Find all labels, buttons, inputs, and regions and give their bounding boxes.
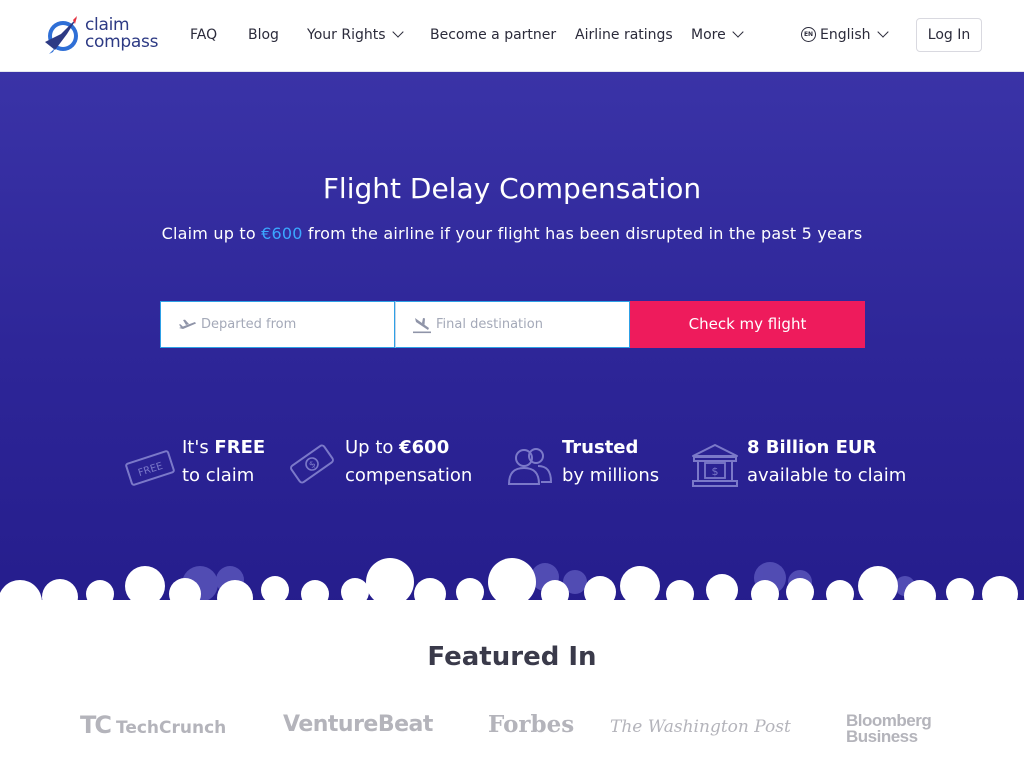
- logo-text-compass: compass: [85, 32, 159, 52]
- people-icon: [507, 448, 553, 485]
- bank-icon: $: [692, 444, 738, 487]
- venturebeat-logo: VentureBeat: [283, 712, 433, 737]
- hero-title: Flight Delay Compensation: [322, 172, 702, 205]
- feature-compensation-pre: Up to: [345, 437, 400, 458]
- techcrunch-logo: TC TechCrunch: [80, 700, 226, 750]
- feature-compensation-text: Up to €600 compensation: [345, 434, 472, 490]
- nav-faq[interactable]: FAQ: [190, 26, 217, 44]
- washington-post-logo: The Washington Post: [610, 717, 791, 737]
- techcrunch-wordmark: TechCrunch: [115, 718, 227, 738]
- language-globe-icon: EN: [801, 26, 816, 42]
- flight-search-form: Check my flight: [160, 301, 865, 348]
- feature-billions-text: 8 Billion EUR available to claim: [747, 434, 906, 490]
- nav-your-rights[interactable]: Your Rights: [307, 26, 404, 44]
- feature-free-line1: It's FREE: [182, 434, 265, 462]
- hero-subtitle-amount: €600: [261, 224, 303, 243]
- feature-billions-bold: 8 Billion EUR: [747, 437, 877, 458]
- feature-free-text: It's FREE to claim: [182, 434, 265, 490]
- svg-text:$: $: [712, 465, 719, 478]
- feature-compensation-line2: compensation: [345, 465, 473, 486]
- forbes-logo: Forbes: [488, 711, 575, 738]
- hero-subtitle: Claim up to €600 from the airline if you…: [0, 224, 1024, 244]
- chevron-down-icon: [391, 26, 404, 38]
- cloud-divider: [0, 558, 1024, 612]
- nav-your-rights-label: Your Rights: [307, 27, 386, 43]
- departed-from-field: [160, 301, 395, 348]
- feature-billions-line1: 8 Billion EUR: [747, 434, 906, 462]
- feature-compensation-bold: €600: [399, 437, 450, 458]
- plane-takeoff-icon: [179, 319, 196, 329]
- hero-section: Flight Delay Compensation Claim up to €6…: [0, 72, 1024, 612]
- chevron-down-icon: [876, 26, 889, 38]
- final-destination-field: [395, 301, 630, 348]
- feature-trusted-text: Trusted by millions: [562, 434, 659, 490]
- language-selector[interactable]: EN English: [801, 26, 889, 44]
- money-bill-icon: $: [290, 444, 334, 484]
- top-navbar: claim compass FAQ Blog Your Rights Becom…: [0, 0, 1024, 72]
- chevron-down-icon: [732, 26, 744, 38]
- feature-compensation: $ Up to €600 compensation: [288, 434, 488, 494]
- login-button[interactable]: Log In: [916, 18, 982, 52]
- feature-billions-line2: available to claim: [747, 465, 907, 486]
- departed-from-input[interactable]: [201, 302, 386, 347]
- nav-airline-ratings[interactable]: Airline ratings: [575, 26, 673, 44]
- feature-trusted-bold: Trusted: [562, 437, 639, 458]
- bloomberg-business-logo: Bloomberg Business: [846, 712, 932, 763]
- final-destination-input[interactable]: [436, 302, 621, 347]
- feature-trusted-line2: by millions: [562, 465, 660, 486]
- feature-compensation-line1: Up to €600: [345, 434, 472, 462]
- language-label: English: [820, 27, 871, 43]
- check-my-flight-button[interactable]: Check my flight: [630, 301, 865, 348]
- feature-trusted-line1: Trusted: [562, 434, 659, 462]
- feature-free: FREE It's FREE to claim: [125, 434, 285, 494]
- free-ticket-icon: FREE: [125, 450, 175, 486]
- hero-subtitle-suffix: from the airline if your flight has been…: [302, 224, 863, 243]
- feature-billions: $ 8 Billion EUR available to claim: [690, 434, 910, 494]
- feature-free-line2: to claim: [182, 465, 255, 486]
- hero-subtitle-prefix: Claim up to: [161, 224, 262, 243]
- nav-more[interactable]: More: [691, 26, 744, 44]
- feature-free-pre: It's: [182, 437, 215, 458]
- feature-trusted: Trusted by millions: [505, 434, 675, 494]
- claimcompass-logo[interactable]: claim compass: [43, 14, 163, 56]
- plane-landing-icon: [413, 318, 431, 334]
- techcrunch-mark: TC: [80, 711, 112, 739]
- bloomberg-line2: Business: [846, 727, 918, 746]
- feature-free-bold: FREE: [214, 437, 266, 458]
- nav-blog[interactable]: Blog: [248, 26, 279, 44]
- compass-logo-icon: [45, 16, 78, 54]
- nav-become-partner[interactable]: Become a partner: [430, 26, 556, 44]
- featured-in-title: Featured In: [427, 642, 597, 672]
- nav-more-label: More: [691, 27, 726, 43]
